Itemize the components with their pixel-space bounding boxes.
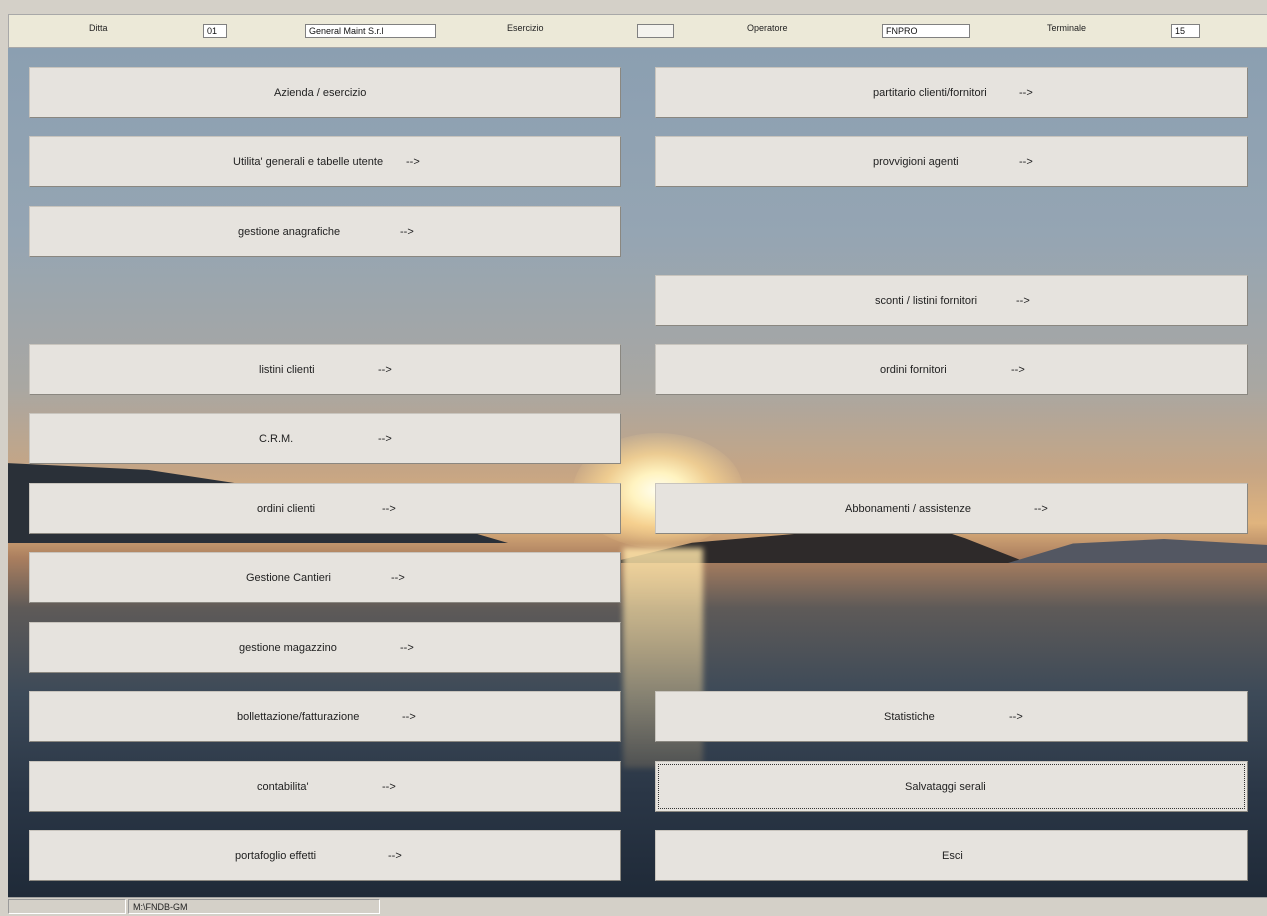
- crm-button[interactable]: C.R.M. -->: [29, 413, 621, 464]
- arrow-icon: -->: [402, 710, 416, 723]
- sconti-listini-fornitori-button[interactable]: sconti / listini fornitori -->: [655, 275, 1248, 326]
- button-label: Statistiche: [884, 710, 935, 723]
- abbonamenti-assistenze-button[interactable]: Abbonamenti / assistenze -->: [655, 483, 1248, 534]
- salvataggi-serali-button[interactable]: Salvataggi serali: [655, 761, 1248, 812]
- button-label: ordini fornitori: [880, 363, 947, 376]
- status-pane-1: [8, 899, 126, 914]
- arrow-icon: -->: [406, 155, 420, 168]
- ordini-clienti-button[interactable]: ordini clienti -->: [29, 483, 621, 534]
- arrow-icon: -->: [391, 571, 405, 584]
- terminale-field[interactable]: 15: [1171, 24, 1200, 38]
- provvigioni-agenti-button[interactable]: provvigioni agenti -->: [655, 136, 1248, 187]
- button-label: Abbonamenti / assistenze: [845, 502, 971, 515]
- ditta-name-field[interactable]: General Maint S.r.l: [305, 24, 436, 38]
- ditta-code-field[interactable]: 01: [203, 24, 227, 38]
- azienda-esercizio-button[interactable]: Azienda / esercizio: [29, 67, 621, 118]
- operatore-label: Operatore: [747, 23, 788, 33]
- arrow-icon: -->: [1016, 294, 1030, 307]
- utilita-generali-button[interactable]: Utilita' generali e tabelle utente -->: [29, 136, 621, 187]
- status-path: M:\FNDB-GM: [128, 899, 380, 914]
- status-bar: M:\FNDB-GM: [8, 897, 1267, 916]
- button-label: gestione magazzino: [239, 641, 337, 654]
- button-label: provvigioni agenti: [873, 155, 959, 168]
- contabilita-button[interactable]: contabilita' -->: [29, 761, 621, 812]
- arrow-icon: -->: [382, 502, 396, 515]
- button-label: listini clienti: [259, 363, 315, 376]
- ordini-fornitori-button[interactable]: ordini fornitori -->: [655, 344, 1248, 395]
- button-label: Utilita' generali e tabelle utente: [233, 155, 384, 168]
- button-label: contabilita': [257, 780, 309, 793]
- header-bar: Ditta 01 General Maint S.r.l Esercizio O…: [8, 14, 1267, 48]
- arrow-icon: -->: [1019, 86, 1033, 99]
- esercizio-label: Esercizio: [507, 23, 544, 33]
- arrow-icon: -->: [400, 225, 414, 238]
- arrow-icon: -->: [1019, 155, 1033, 168]
- arrow-icon: -->: [1034, 502, 1048, 515]
- arrow-icon: -->: [400, 641, 414, 654]
- arrow-icon: -->: [382, 780, 396, 793]
- button-label: portafoglio effetti: [235, 849, 317, 862]
- button-label: Azienda / esercizio: [274, 86, 367, 99]
- button-label: C.R.M.: [259, 432, 294, 445]
- ditta-label: Ditta: [89, 23, 108, 33]
- esercizio-field[interactable]: [637, 24, 674, 38]
- arrow-icon: -->: [1009, 710, 1023, 723]
- button-label: gestione anagrafiche: [238, 225, 341, 238]
- operatore-field[interactable]: FNPRO: [882, 24, 970, 38]
- button-label: ordini clienti: [257, 502, 316, 515]
- terminale-label: Terminale: [1047, 23, 1087, 33]
- button-label: bollettazione/fatturazione: [237, 710, 360, 723]
- partitario-clienti-fornitori-button[interactable]: partitario clienti/fornitori -->: [655, 67, 1248, 118]
- gestione-anagrafiche-button[interactable]: gestione anagrafiche -->: [29, 206, 621, 257]
- button-label: sconti / listini fornitori: [875, 294, 978, 307]
- arrow-icon: -->: [1011, 363, 1025, 376]
- listini-clienti-button[interactable]: listini clienti -->: [29, 344, 621, 395]
- button-label: partitario clienti/fornitori: [873, 86, 987, 99]
- arrow-icon: -->: [388, 849, 402, 862]
- button-label: Salvataggi serali: [905, 780, 986, 793]
- bollettazione-fatturazione-button[interactable]: bollettazione/fatturazione -->: [29, 691, 621, 742]
- gestione-cantieri-button[interactable]: Gestione Cantieri -->: [29, 552, 621, 603]
- arrow-icon: -->: [378, 363, 392, 376]
- gestione-magazzino-button[interactable]: gestione magazzino -->: [29, 622, 621, 673]
- portafoglio-effetti-button[interactable]: portafoglio effetti -->: [29, 830, 621, 881]
- statistiche-button[interactable]: Statistiche -->: [655, 691, 1248, 742]
- arrow-icon: -->: [378, 432, 392, 445]
- button-label: Esci: [942, 849, 963, 862]
- esci-button[interactable]: Esci: [655, 830, 1248, 881]
- distant-coast: [1008, 539, 1267, 563]
- button-label: Gestione Cantieri: [246, 571, 331, 584]
